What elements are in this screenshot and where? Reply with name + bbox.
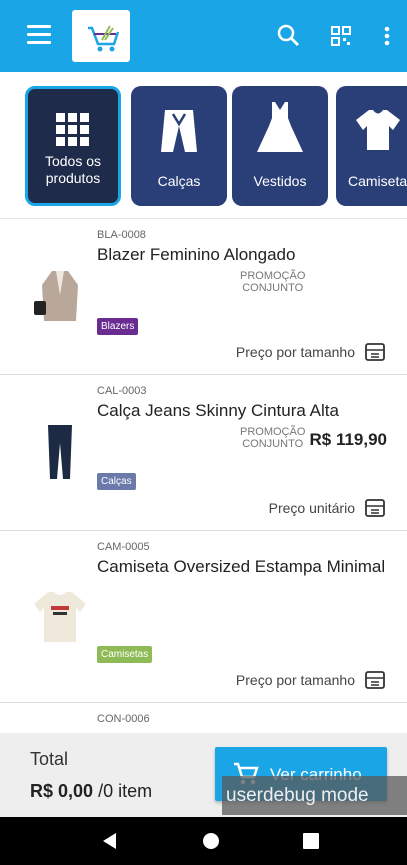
product-sku: BLA-0008 [97, 229, 146, 241]
product-item[interactable]: BLA-0008 Blazer Feminino Alongado PROMOÇ… [0, 219, 407, 375]
category-tag: Camisetas [97, 646, 153, 663]
product-item[interactable]: CAL-0003 Calça Jeans Skinny Cintura Alta… [0, 375, 407, 531]
product-image [34, 592, 86, 642]
category-vestidos[interactable]: Vestidos [232, 86, 328, 206]
category-todos[interactable]: Todos os produtos [25, 86, 121, 206]
price-table-icon[interactable] [364, 670, 386, 690]
recents-icon[interactable] [302, 832, 320, 850]
dress-icon [257, 102, 303, 152]
debug-overlay: userdebug mode [222, 776, 407, 815]
category-label: Vestidos [253, 173, 307, 189]
price-type: Preço por tamanho [235, 672, 355, 688]
back-icon[interactable] [100, 831, 120, 851]
top-app-bar [0, 0, 407, 72]
product-name: Calça Jeans Skinny Cintura Alta [97, 401, 339, 420]
category-camisetas[interactable]: Camiseta [336, 86, 407, 206]
product-image [34, 271, 78, 321]
app-logo[interactable] [72, 10, 130, 62]
home-icon[interactable] [201, 831, 221, 851]
tshirt-icon [356, 110, 400, 150]
pants-icon [161, 110, 197, 152]
price-type: Preço por tamanho [235, 344, 355, 360]
product-name: Camiseta Oversized Estampa Minimal [97, 557, 386, 576]
promo-label: PROMOÇÃO CONJUNTO [240, 270, 306, 294]
total-value: R$ 0,00 [30, 781, 94, 801]
category-label: Calças [157, 173, 201, 189]
product-item[interactable]: CAM-0005 Camiseta Oversized Estampa Mini… [0, 531, 407, 703]
product-sku: CAL-0003 [97, 385, 147, 397]
category-carousel: Todos os produtos Calças Vestidos Camise… [0, 72, 407, 219]
grid-icon [56, 113, 89, 146]
more-vert-icon[interactable] [373, 22, 401, 50]
promo-label: PROMOÇÃO CONJUNTO [240, 426, 306, 450]
product-image [48, 425, 72, 479]
price-table-icon[interactable] [364, 342, 386, 362]
qr-scan-icon[interactable] [327, 22, 355, 50]
category-calcas[interactable]: Calças [131, 86, 227, 206]
category-label: Camiseta [348, 173, 407, 189]
product-sku: CAM-0005 [97, 541, 150, 553]
product-sku: CON-0006 [97, 713, 150, 725]
price-type: Preço unitário [268, 500, 355, 516]
total-items: /0 item [98, 781, 153, 801]
product-name: Blazer Feminino Alongado [97, 245, 296, 264]
product-list: BLA-0008 Blazer Feminino Alongado PROMOÇ… [0, 219, 407, 733]
search-icon[interactable] [275, 22, 303, 50]
product-price: R$ 119,90 [309, 430, 387, 449]
menu-icon[interactable] [27, 25, 51, 47]
total-summary: R$ 0,00 /0 item [30, 781, 152, 802]
category-label: Todos os produtos [44, 153, 102, 186]
product-item[interactable]: CON-0006 [0, 703, 407, 733]
price-table-icon[interactable] [364, 498, 386, 518]
total-label: Total [30, 749, 69, 769]
category-tag: Blazers [97, 318, 139, 335]
system-nav-bar [0, 817, 407, 865]
category-tag: Calças [97, 473, 136, 490]
